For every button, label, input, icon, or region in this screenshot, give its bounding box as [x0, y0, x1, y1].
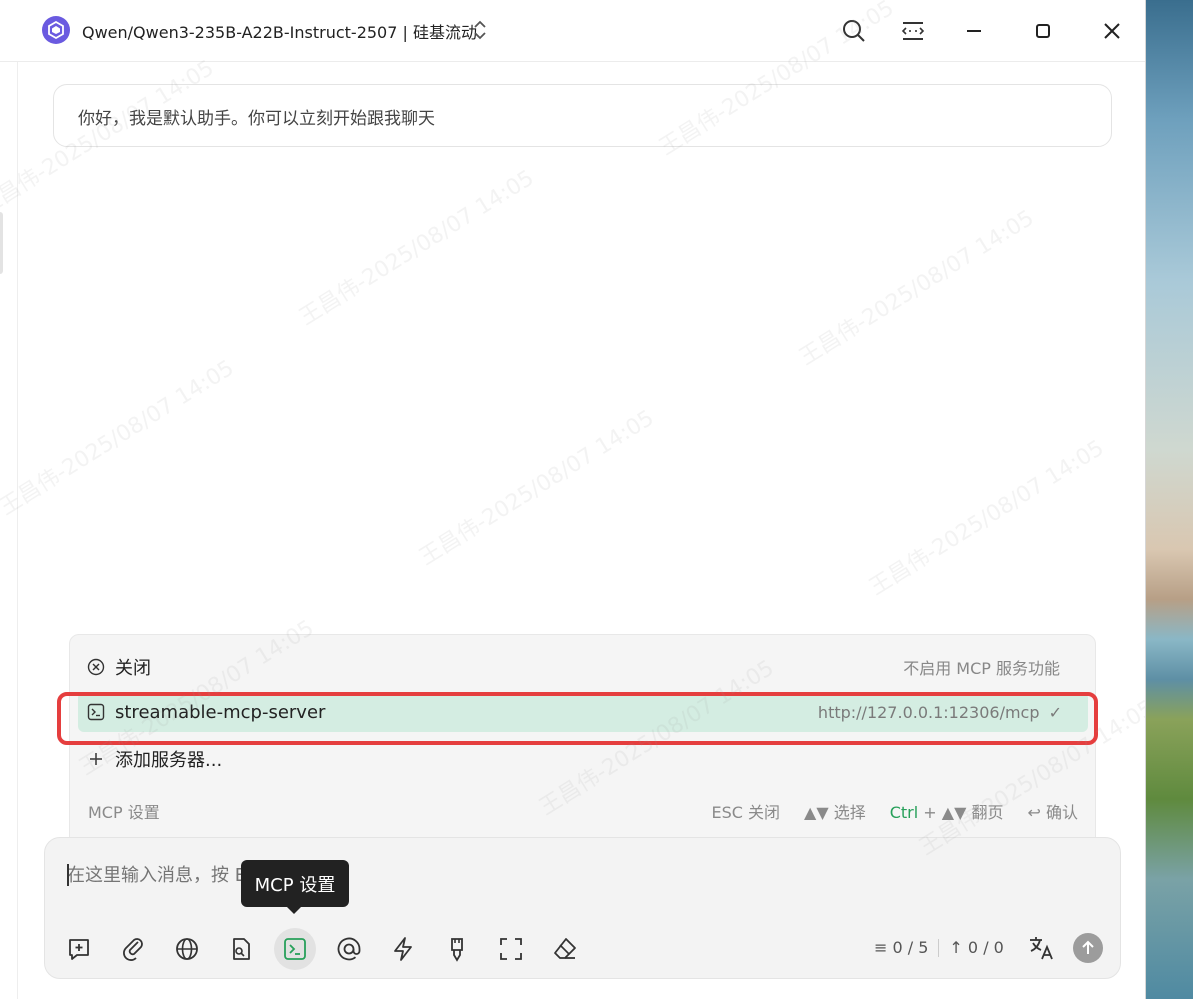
split-view-icon[interactable] — [897, 15, 929, 47]
server-name: streamable-mcp-server — [115, 701, 326, 723]
mcp-menu-item-server[interactable]: streamable-mcp-server http://127.0.0.1:1… — [78, 692, 1088, 732]
assistant-greeting-message: 你好，我是默认助手。你可以立刻开始跟我聊天 — [53, 84, 1112, 147]
server-url: http://127.0.0.1:12306/mcp — [817, 702, 1040, 722]
send-button[interactable] — [1073, 933, 1103, 963]
arrow-up-icon — [1082, 940, 1094, 954]
counters: ≡ 0 / 5 ↑ 0 / 0 — [874, 938, 1004, 957]
title-bar: Qwen/Qwen3-235B-A22B-Instruct-2507 | 硅基流… — [0, 0, 1145, 62]
mention-icon[interactable] — [328, 928, 370, 970]
hint-confirm: ↩ 确认 — [1027, 803, 1079, 822]
plus-icon — [86, 751, 106, 767]
mcp-settings-title[interactable]: MCP 设置 — [88, 799, 160, 823]
mcp-icon[interactable] — [274, 928, 316, 970]
tooltip-mcp-settings: MCP 设置 — [241, 860, 349, 907]
mcp-menu-item-close[interactable]: 关闭 不启用 MCP 服务功能 — [78, 647, 1088, 687]
mcp-server-menu: 关闭 不启用 MCP 服务功能 streamable-mcp-server ht… — [69, 634, 1096, 840]
fullscreen-icon[interactable] — [490, 928, 532, 970]
check-icon: ✓ — [1048, 702, 1062, 722]
context-counter[interactable]: ≡ 0 / 5 — [874, 938, 928, 957]
search-icon[interactable] — [838, 15, 870, 47]
watermark-text: 王昌伟-2025/08/07 14:05 — [795, 205, 1039, 371]
mcp-menu-item-label: 关闭 — [115, 658, 151, 679]
model-logo-icon[interactable] — [42, 16, 70, 44]
hint-ctrl: Ctrl — [889, 803, 919, 822]
chevron-updown-icon[interactable] — [472, 19, 488, 45]
counter-divider — [938, 939, 940, 957]
server-url-wrap: http://127.0.0.1:12306/mcp ✓ — [818, 703, 1062, 722]
new-topic-icon[interactable] — [58, 928, 100, 970]
token-count: 0 / 0 — [967, 938, 1004, 957]
text-cursor — [67, 864, 69, 886]
watermark-text: 王昌伟-2025/08/07 14:05 — [295, 165, 539, 331]
watermark-text: 王昌伟-2025/08/07 14:05 — [0, 355, 239, 521]
watermark-text: 王昌伟-2025/08/07 14:05 — [865, 435, 1109, 601]
hint-select: ▲▼ 选择 — [804, 803, 866, 822]
clear-format-icon[interactable] — [436, 928, 478, 970]
close-icon[interactable] — [1096, 15, 1128, 47]
add-server-label: 添加服务器... — [115, 750, 223, 771]
attachment-icon[interactable] — [112, 928, 154, 970]
context-count: 0 / 5 — [892, 938, 929, 957]
mcp-menu-footer: MCP 设置 ESC 关闭 ▲▼ 选择 Ctrl + ▲▼ 翻页 ↩ 确认 — [88, 795, 1078, 823]
watermark-text: 王昌伟-2025/08/07 14:05 — [415, 405, 659, 571]
token-counter[interactable]: ↑ 0 / 0 — [949, 938, 1003, 957]
hint-esc: ESC 关闭 — [711, 803, 781, 822]
knowledge-icon[interactable] — [220, 928, 262, 970]
terminal-icon — [86, 703, 106, 721]
sidebar-edge — [0, 62, 18, 999]
mcp-menu-item-hint: 不启用 MCP 服务功能 — [903, 659, 1060, 678]
keyboard-hints: ESC 关闭 ▲▼ 选择 Ctrl + ▲▼ 翻页 ↩ 确认 — [712, 799, 1079, 823]
minimize-icon[interactable] — [958, 15, 990, 47]
message-input[interactable] — [67, 860, 1067, 890]
sidebar-handle[interactable] — [0, 212, 3, 274]
close-circle-icon — [86, 658, 106, 676]
app-window: Qwen/Qwen3-235B-A22B-Instruct-2507 | 硅基流… — [0, 0, 1146, 999]
model-selector-title[interactable]: Qwen/Qwen3-235B-A22B-Instruct-2507 | 硅基流… — [82, 19, 477, 43]
eraser-icon[interactable] — [544, 928, 586, 970]
desktop-background — [1146, 0, 1193, 999]
quick-phrase-icon[interactable] — [382, 928, 424, 970]
mcp-menu-item-add-server[interactable]: 添加服务器... — [78, 739, 1088, 779]
translate-icon[interactable] — [1025, 932, 1057, 964]
hint-page: + ▲▼ 翻页 — [923, 803, 1004, 822]
tooltip-arrow — [286, 906, 302, 914]
maximize-icon[interactable] — [1027, 15, 1059, 47]
hint-page-wrap: Ctrl + ▲▼ 翻页 — [890, 799, 1004, 823]
web-search-icon[interactable] — [166, 928, 208, 970]
